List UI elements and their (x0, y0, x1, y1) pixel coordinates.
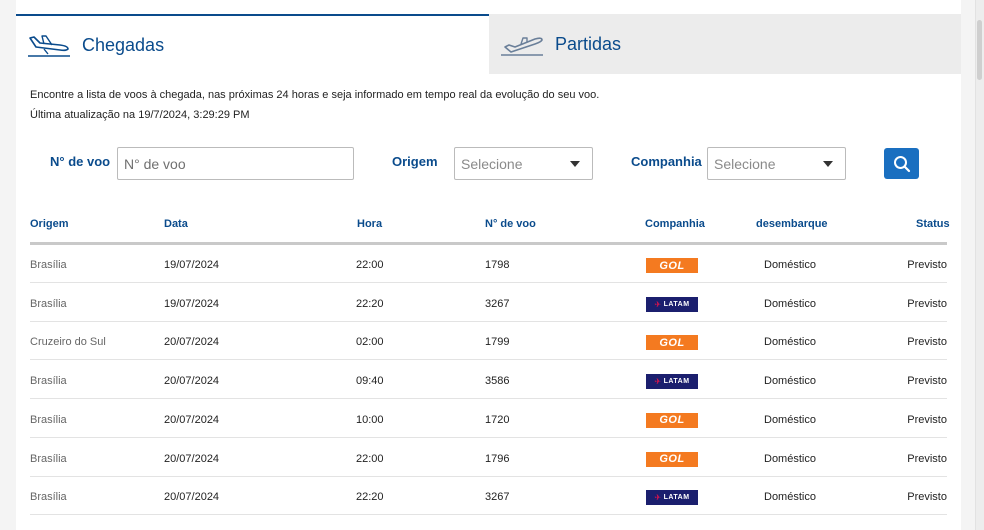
cell-date: 20/07/2024 (164, 491, 220, 504)
cell-date: 20/07/2024 (164, 375, 220, 388)
table-row: Brasília 20/07/2024 09:40 3586 ✈ LATAM Domésti… (30, 361, 947, 400)
table-row: Brasília 20/07/2024 10:00 1720 GOL Doméstico P… (30, 400, 947, 438)
cell-date: 19/07/2024 (164, 259, 220, 271)
column-header-origin: Origem (30, 218, 69, 230)
column-header-flight: N° de voo (485, 218, 536, 230)
cell-time: 09:40 (356, 375, 384, 388)
cell-flight-number: 3267 (485, 491, 510, 504)
cell-time: 10:00 (356, 413, 384, 426)
cell-terminal: Doméstico (764, 336, 816, 349)
search-icon (893, 155, 910, 172)
cell-origin: Brasília (30, 491, 67, 504)
column-header-airline: Companhia (645, 218, 705, 230)
cell-date: 19/07/2024 (164, 297, 220, 310)
cell-terminal: Doméstico (764, 375, 816, 388)
cell-terminal: Doméstico (764, 259, 816, 271)
scrollbar-thumb[interactable] (977, 20, 982, 80)
flight-number-input[interactable] (117, 147, 354, 180)
cell-terminal: Doméstico (764, 452, 816, 465)
column-header-time: Hora (357, 218, 383, 230)
cell-flight-number: 1796 (485, 452, 510, 465)
cell-date: 20/07/2024 (164, 452, 220, 465)
gol-logo: GOL (646, 335, 698, 351)
cell-date: 20/07/2024 (164, 336, 220, 349)
cell-status: Previsto (907, 452, 947, 465)
cell-terminal: Doméstico (764, 491, 816, 504)
cell-date: 20/07/2024 (164, 413, 220, 426)
airline-logo-text: LATAM (663, 300, 690, 308)
airline-label: Companhia (631, 154, 702, 169)
cell-status: Previsto (907, 413, 947, 426)
cell-status: Previsto (907, 491, 947, 504)
cell-status: Previsto (907, 297, 947, 310)
latam-star-icon: ✈ (654, 493, 662, 503)
cell-time: 22:00 (356, 452, 384, 465)
cell-origin: Brasília (30, 413, 67, 426)
latam-star-icon: ✈ (654, 377, 662, 387)
cell-time: 02:00 (356, 336, 384, 349)
tab-departures-label: Partidas (555, 33, 622, 54)
cell-origin: Brasília (30, 375, 67, 388)
cell-origin: Brasília (30, 452, 67, 465)
cell-flight-number: 1799 (485, 336, 510, 349)
cell-origin: Cruzeiro do Sul (30, 336, 106, 349)
intro-text: Encontre a lista de voos à chegada, nas … (30, 89, 600, 101)
table-row: Brasília 20/07/2024 22:00 1796 GOL Doméstico P… (30, 439, 947, 477)
cell-status: Previsto (907, 336, 947, 349)
flight-number-label: N° de voo (50, 154, 111, 169)
latam-star-icon: ✈ (654, 299, 662, 309)
table-row: Brasília 19/07/2024 22:20 3267 ✈ LATAM Domésti… (30, 284, 947, 322)
cell-time: 22:20 (356, 297, 384, 310)
cell-status: Previsto (907, 259, 947, 271)
tab-departures[interactable]: Partidas (489, 14, 961, 74)
chevron-down-icon (570, 161, 580, 167)
airline-logo-text: GOL (659, 259, 685, 272)
tab-arrivals-label: Chegadas (82, 34, 165, 55)
gol-logo: GOL (646, 258, 698, 273)
cell-flight-number: 3586 (485, 375, 510, 388)
airline-select-value: Selecione (714, 155, 776, 172)
column-header-date: Data (164, 218, 188, 230)
table-row: Brasília 20/07/2024 22:20 3267 ✈ LATAM Domésti… (30, 477, 947, 516)
airline-logo-text: LATAM (663, 494, 690, 502)
airline-logo-text: GOL (659, 414, 685, 427)
gol-logo: GOL (646, 451, 698, 467)
cell-terminal: Doméstico (764, 413, 816, 426)
cell-status: Previsto (907, 375, 947, 388)
plane-landing-icon (28, 35, 70, 57)
airline-logo-text: GOL (659, 453, 685, 465)
origin-select-value: Selecione (461, 155, 523, 172)
cell-terminal: Doméstico (764, 297, 816, 310)
page-margin-left (0, 0, 16, 530)
table-row: Brasília 19/07/2024 22:00 1798 GOL Doméstico P… (30, 245, 947, 283)
origin-select[interactable]: Selecione (454, 147, 593, 180)
column-header-terminal: desembarque (756, 218, 828, 230)
last-updated: Última atualização na 19/7/2024, 3:29:29… (30, 109, 250, 121)
cell-flight-number: 1798 (485, 259, 510, 271)
origin-label: Origem (392, 154, 438, 169)
gol-logo: GOL (646, 412, 698, 428)
latam-logo: ✈ LATAM (646, 296, 698, 312)
cell-time: 22:00 (356, 259, 384, 271)
search-button[interactable] (884, 148, 919, 179)
airline-logo-text: LATAM (663, 378, 690, 386)
cell-origin: Brasília (30, 297, 67, 310)
cell-origin: Brasília (30, 259, 67, 271)
airline-logo-text: GOL (659, 336, 685, 349)
plane-takeoff-icon (501, 37, 543, 56)
latam-logo: ✈ LATAM (646, 490, 698, 506)
airline-select[interactable]: Selecione (707, 147, 846, 180)
latam-logo: ✈ LATAM (646, 374, 698, 390)
table-row: Cruzeiro do Sul 20/07/2024 02:00 1799 GOL Dom… (30, 322, 947, 361)
cell-flight-number: 3267 (485, 297, 510, 310)
column-header-status: Status (916, 218, 950, 230)
cell-time: 22:20 (356, 491, 384, 504)
tab-arrivals[interactable]: Chegadas (16, 14, 489, 74)
cell-flight-number: 1720 (485, 413, 510, 426)
flights-page: Chegadas Partidas Encontre a lista de vo… (0, 0, 984, 530)
chevron-down-icon (823, 161, 833, 167)
